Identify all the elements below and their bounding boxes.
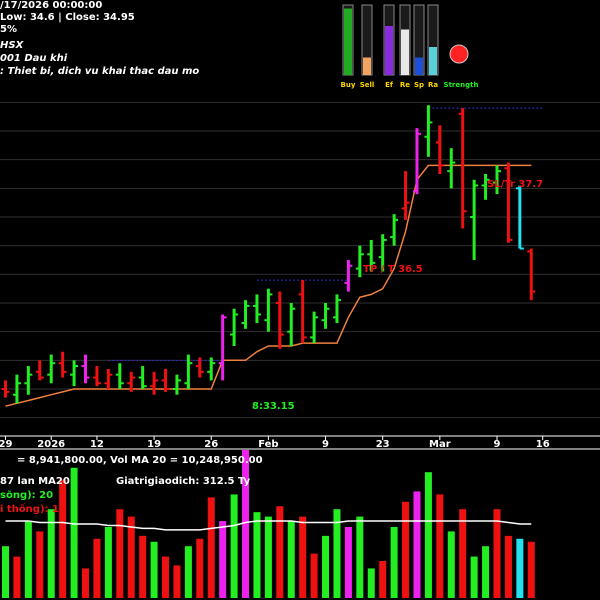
chart-grid	[0, 101, 600, 419]
volume-bar-36	[413, 491, 421, 598]
volume-bar-12	[139, 535, 147, 598]
re-meter-fill	[401, 29, 409, 75]
volume-bar-18	[207, 497, 215, 598]
header-group: 001 Dau khi	[0, 53, 68, 64]
volume-bar-32	[367, 568, 375, 598]
price-chart: 29 2026 12 19 26 Feb 9 23 Mar 9 16 Buy Sell Ef Re Sp Ra…	[0, 4, 600, 598]
volume-bar-2	[24, 521, 32, 598]
header-change: 5%	[0, 24, 17, 35]
volume-bar-39	[447, 531, 455, 598]
volume-bar-35	[402, 501, 410, 598]
x-tick-label: Mar	[429, 439, 451, 450]
sp-meter-fill	[415, 57, 423, 75]
ra-meter-fill	[429, 47, 437, 75]
volume-bar-38	[436, 494, 444, 598]
volume-bar-37	[424, 472, 432, 598]
x-tick-label: Feb	[258, 439, 278, 450]
up-count: sõng): 20	[0, 490, 53, 501]
down-count: i thống): 10	[0, 502, 66, 515]
sp-label: Sp	[414, 81, 424, 89]
volume-bar-6	[70, 467, 78, 598]
header-exchange: HSX	[0, 40, 24, 51]
volume-bar-11	[127, 516, 135, 598]
volume-bar-31	[356, 516, 364, 598]
strength-indicator	[449, 44, 469, 64]
volume-bar-25	[287, 521, 295, 598]
volume-bar-27	[310, 553, 318, 598]
buy-meter-fill	[344, 8, 352, 75]
volume-bar-22	[253, 512, 261, 598]
x-tick-label: 19	[147, 439, 161, 450]
volume-bar-8	[93, 538, 101, 598]
volume-bar-45	[516, 538, 524, 598]
volume-bar-44	[504, 535, 512, 598]
sell-label: Sell	[360, 81, 375, 89]
volume-bar-33	[379, 561, 387, 598]
volume-bar-41	[470, 556, 478, 598]
tp-label: TP / T 36.5	[363, 264, 423, 275]
volume-bar-23	[264, 516, 272, 598]
volume-bar-30	[344, 526, 352, 598]
volume-bar-15	[173, 565, 181, 598]
x-tick-label: 16	[536, 439, 550, 450]
volume-bar-20	[230, 494, 238, 598]
volume-bar-16	[184, 546, 192, 598]
volume-bar-0	[2, 546, 9, 598]
trade-value: Giatrigiaodich: 312.5 Ty	[116, 476, 251, 487]
candles	[1, 105, 536, 404]
volume-bar-3	[36, 531, 44, 598]
x-tick-label: 23	[376, 439, 390, 450]
volume-bar-28	[322, 535, 330, 598]
ef-meter-fill	[385, 26, 393, 75]
header-industry: : Thiet bi, dich vu khai thac dau mo	[0, 66, 200, 77]
x-tick-label: 2026	[37, 439, 65, 450]
x-tick-label: 29	[0, 439, 12, 450]
sell-meter-fill	[363, 57, 371, 75]
volume-bar-14	[162, 556, 170, 598]
volume-ratio: 87 lan MA20	[0, 476, 70, 487]
indicator-panel: Buy Sell Ef Re Sp Ra Strength	[341, 4, 479, 89]
volume-bar-24	[276, 506, 284, 598]
volume-bar-13	[150, 541, 158, 598]
volume-bar-1	[13, 556, 21, 598]
ra-label: Ra	[428, 81, 438, 89]
sl-label: SL/Tr 37.7	[487, 179, 543, 190]
x-axis-ticks: 29 2026 12 19 26 Feb 9 23 Mar 9 16	[0, 436, 550, 450]
x-tick-label: 26	[204, 439, 218, 450]
header-date: /17/2026 00:00:00	[0, 0, 103, 11]
re-label: Re	[400, 81, 410, 89]
volume-bar-34	[390, 526, 398, 598]
ef-label: Ef	[385, 81, 394, 89]
volume-bar-17	[196, 538, 204, 598]
volume-bar-26	[299, 516, 307, 598]
volume-bar-43	[493, 509, 501, 598]
buy-label: Buy	[341, 81, 356, 89]
volume-bar-21	[242, 450, 250, 598]
header-ohlc: Low: 34.6 | Close: 34.95	[0, 12, 135, 23]
volume-bar-42	[482, 546, 490, 598]
volume-summary: = 8,941,800.00, Vol MA 20 = 10,248,950.0…	[17, 455, 263, 466]
volume-bar-40	[459, 509, 467, 598]
x-tick-label: 9	[494, 439, 501, 450]
stop-label: 8:33.15	[252, 401, 295, 412]
volume-bar-19	[219, 521, 227, 598]
volume-bar-46	[527, 541, 535, 598]
volume-bar-9	[104, 526, 112, 598]
strength-label: Strength	[444, 81, 479, 89]
x-tick-label: 12	[90, 439, 104, 450]
volume-bar-5	[59, 479, 67, 598]
volume-bar-7	[82, 568, 90, 598]
volume-bar-10	[116, 509, 124, 598]
x-tick-label: 9	[322, 439, 329, 450]
